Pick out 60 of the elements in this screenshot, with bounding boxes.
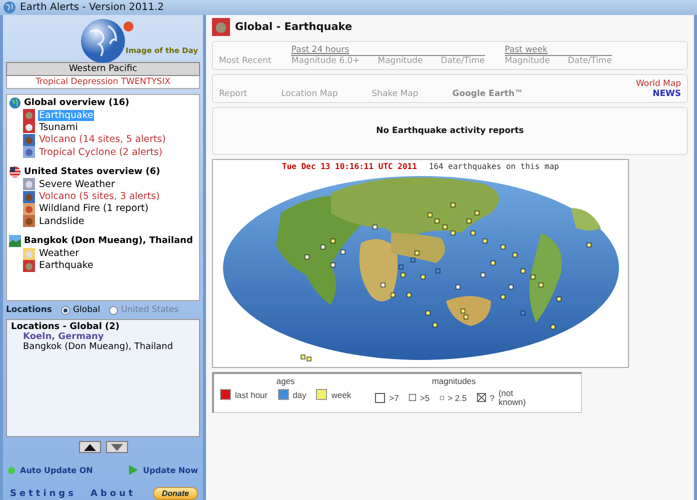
magnitudes-heading: magnitudes bbox=[432, 376, 476, 386]
move-down-button[interactable] bbox=[106, 441, 128, 453]
period-heading: Past 24 hours bbox=[291, 45, 350, 55]
tree-item[interactable]: Severe Weather bbox=[38, 178, 116, 190]
region-header: Western Pacific bbox=[6, 62, 200, 76]
magnitude-label: >7 bbox=[389, 392, 399, 402]
globe-icon bbox=[9, 97, 21, 109]
play-icon bbox=[129, 465, 138, 475]
globe-icon[interactable] bbox=[80, 18, 126, 64]
settings-link[interactable]: Settings bbox=[10, 488, 76, 498]
tree-group-label[interactable]: Global overview (16) bbox=[24, 98, 130, 108]
tree-item[interactable]: Earthquake bbox=[38, 260, 94, 272]
donate-button[interactable]: Donate bbox=[152, 487, 198, 500]
age-label: week bbox=[331, 390, 352, 400]
tree-item[interactable]: Earthquake bbox=[38, 110, 94, 121]
ages-heading: ages bbox=[276, 376, 295, 386]
magnitude-square-icon bbox=[476, 393, 486, 402]
notification-dot-icon bbox=[123, 21, 134, 32]
up-triangle-icon bbox=[84, 444, 96, 450]
tree-item[interactable]: Tropical Cyclone (2 alerts) bbox=[38, 146, 164, 158]
locations-label: Locations bbox=[6, 305, 52, 315]
magnitude-square-icon bbox=[440, 396, 444, 400]
magnitude-note: (not known) bbox=[498, 389, 527, 406]
window-title: Earth Alerts - Version 2011.2 bbox=[20, 2, 164, 13]
tree-group-label[interactable]: Bangkok (Don Mueang), Thailand bbox=[24, 236, 193, 246]
update-now-button[interactable]: Update Now bbox=[129, 465, 198, 475]
earthquake-count: 164 earthquakes on this map bbox=[428, 162, 559, 171]
move-up-button[interactable] bbox=[78, 441, 100, 453]
auto-update-toggle[interactable]: Auto Update ON bbox=[8, 465, 93, 475]
magnitude-label: >5 bbox=[420, 392, 430, 402]
status-message: No Earthquake activity reports bbox=[212, 107, 688, 155]
region-alert-link[interactable]: Tropical Depression TWENTYSIX bbox=[6, 76, 200, 89]
landscape-icon bbox=[9, 235, 21, 248]
news-link[interactable]: NEWS bbox=[652, 89, 681, 99]
magnitude-label: ? bbox=[490, 392, 494, 402]
magnitude-label: > 2.5 bbox=[448, 392, 467, 402]
tree-item[interactable]: Tsunami bbox=[38, 122, 79, 133]
scope-radio[interactable]: Global bbox=[60, 305, 100, 315]
tree-item[interactable]: Volcano (5 sites, 3 alerts) bbox=[38, 191, 161, 202]
tree-group-label[interactable]: United States overview (6) bbox=[24, 167, 160, 178]
tree-item[interactable]: Volcano (14 sites, 5 alerts) bbox=[38, 134, 167, 146]
tree-item[interactable]: Weather bbox=[38, 248, 80, 260]
period-heading: Past week bbox=[504, 45, 549, 55]
tree-item[interactable]: Landslide bbox=[38, 216, 86, 227]
age-label: last hour bbox=[235, 390, 268, 400]
locations-title: Locations - Global (2) bbox=[11, 322, 121, 332]
map-timestamp: Tue Dec 13 10:16:11 UTC 2011 bbox=[282, 162, 417, 171]
view-tab[interactable]: Google Earth™ bbox=[452, 89, 523, 99]
flag-icon bbox=[9, 166, 21, 178]
down-triangle-icon bbox=[110, 444, 122, 450]
location-item[interactable]: Bangkok (Don Mueang), Thailand bbox=[11, 342, 195, 352]
world-map-link[interactable]: World Map bbox=[636, 79, 681, 89]
about-link[interactable]: About bbox=[90, 488, 136, 498]
app-globe-icon bbox=[3, 1, 16, 14]
magnitude-square-icon bbox=[375, 392, 386, 402]
location-item[interactable]: Koeln, Germany bbox=[11, 332, 195, 342]
magnitude-square-icon bbox=[408, 394, 416, 401]
page-title: Global - Earthquake bbox=[235, 21, 352, 33]
age-label: day bbox=[292, 390, 306, 400]
tree-item[interactable]: Wildland Fire (1 report) bbox=[38, 203, 150, 214]
